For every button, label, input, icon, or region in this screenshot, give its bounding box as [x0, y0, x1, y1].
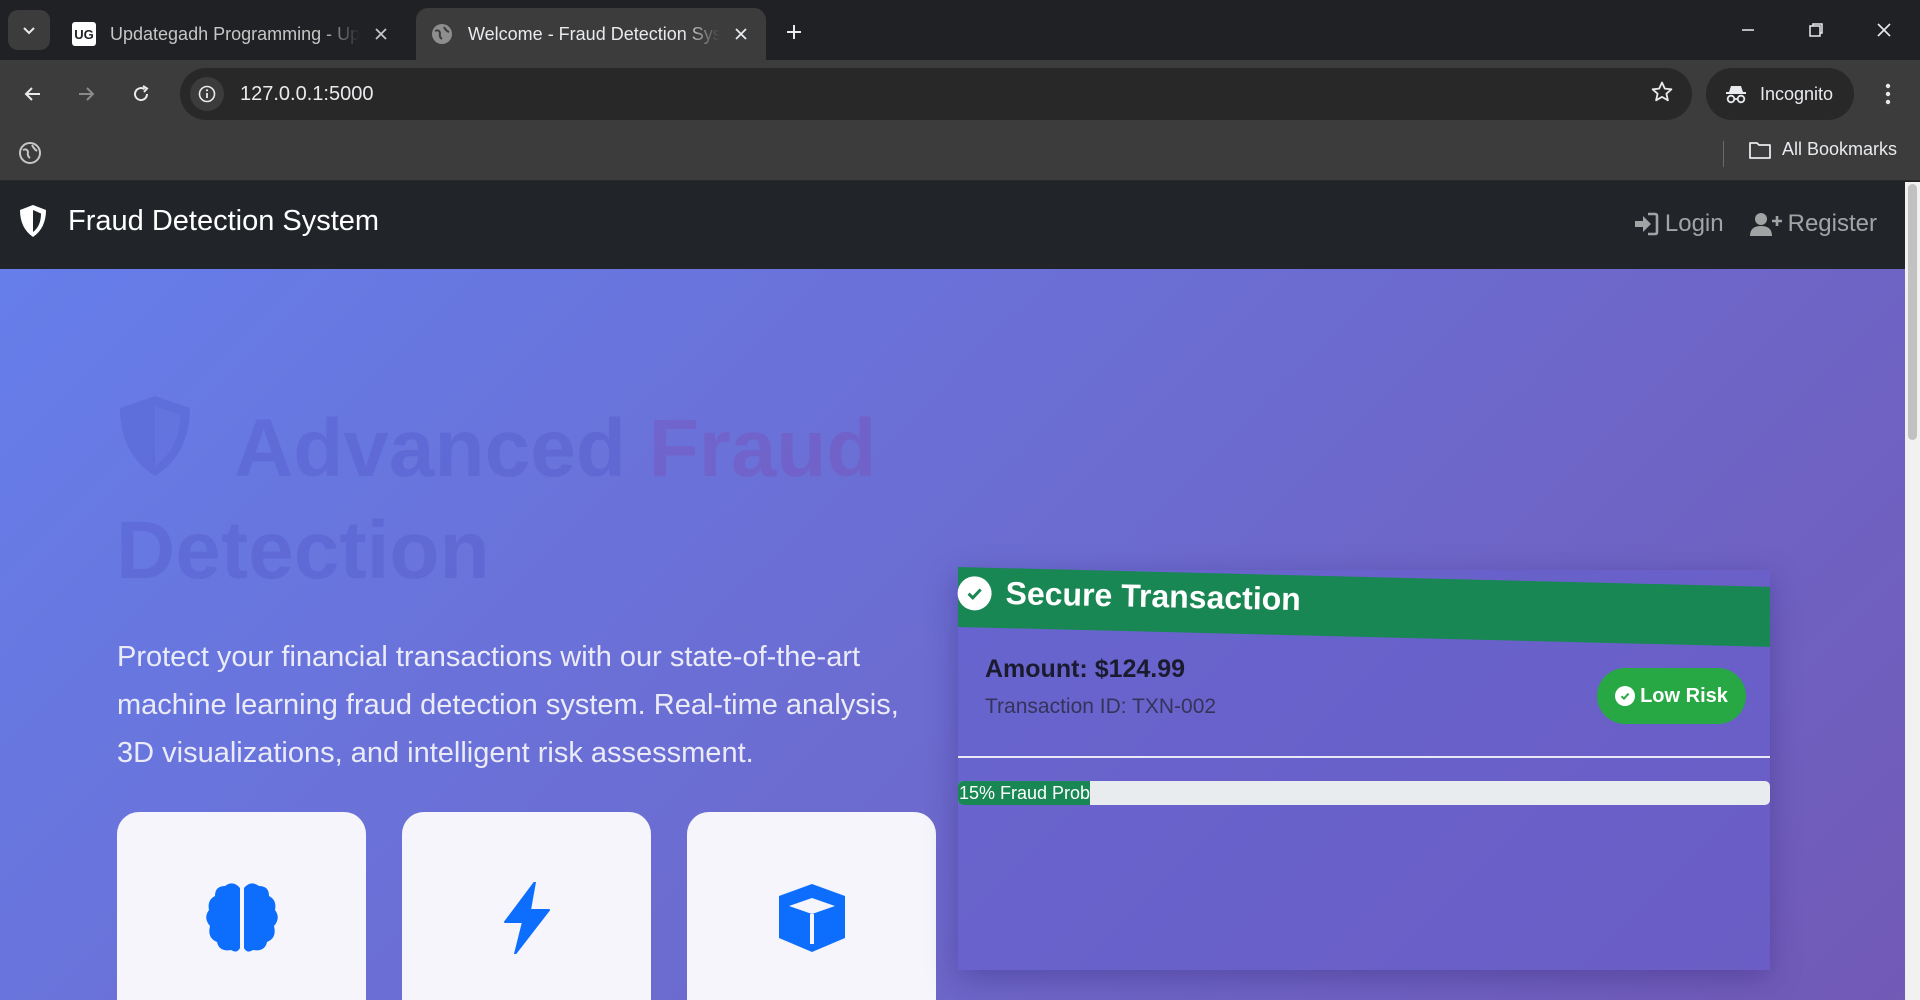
- bookmarks-bar: All Bookmarks: [0, 127, 1920, 181]
- incognito-icon: [1726, 86, 1746, 104]
- brand-link[interactable]: Fraud Detection System: [18, 204, 379, 238]
- all-bookmarks-label: All Bookmarks: [1782, 139, 1898, 159]
- minimize-button[interactable]: [1728, 12, 1768, 48]
- incognito-label: Incognito: [1760, 83, 1834, 104]
- site-info-icon[interactable]: [190, 77, 224, 111]
- page-scrollbar[interactable]: [1905, 182, 1920, 1000]
- restore-icon: [1809, 23, 1823, 37]
- cube-icon: [778, 884, 845, 952]
- tab-fraud-detection[interactable]: Welcome - Fraud Detection System: [416, 8, 766, 60]
- restore-button[interactable]: [1796, 12, 1836, 48]
- browser-toolbar: 127.0.0.1:5000 Incognito: [0, 60, 1920, 127]
- minimize-icon: [1742, 29, 1754, 31]
- arrow-right-icon: [79, 87, 95, 101]
- hero-title-word-fraud: Fraud: [648, 403, 877, 494]
- incognito-indicator[interactable]: Incognito: [1706, 68, 1854, 120]
- close-tab-icon[interactable]: [370, 23, 392, 45]
- new-tab-button[interactable]: [778, 16, 810, 48]
- shield-icon: [20, 205, 46, 237]
- hero-subtitle: Protect your financial transactions with…: [117, 641, 899, 769]
- close-tab-icon[interactable]: [730, 23, 752, 45]
- brain-icon: [205, 883, 278, 952]
- folder-icon: [1749, 141, 1771, 159]
- kebab-menu-icon: [1885, 83, 1891, 105]
- tab-title: Updategadh Programming - Updategadh: [110, 23, 360, 44]
- hero-title-word-detection: Detection: [116, 504, 490, 596]
- reload-button[interactable]: [121, 74, 161, 114]
- feature-card-realtime: [402, 812, 651, 1000]
- register-link[interactable]: Register: [1749, 210, 1877, 238]
- browser-tabstrip: UG Updategadh Programming - Updategadh W…: [0, 0, 1920, 60]
- globe-icon: [430, 22, 454, 46]
- browser-menu-button[interactable]: [1868, 74, 1908, 114]
- scrollbar-layer: [1905, 182, 1920, 1000]
- site-navbar: Fraud Detection System Login Register: [0, 182, 1905, 269]
- back-button[interactable]: [13, 74, 53, 114]
- hero-title-word-advanced: Advanced: [234, 403, 626, 494]
- tab-search-button[interactable]: [8, 10, 50, 50]
- forward-button[interactable]: [66, 74, 106, 114]
- globe-icon[interactable]: [18, 141, 42, 170]
- hero-title: Advanced Fraud Detection: [116, 395, 936, 601]
- close-icon: [1877, 23, 1891, 37]
- plus-icon: [787, 25, 801, 39]
- lightning-bolt-icon: [503, 882, 550, 954]
- reload-icon: [134, 85, 149, 102]
- bookmark-star-icon[interactable]: [1650, 80, 1674, 109]
- hero-section: Advanced Fraud Detection Protect your fi…: [0, 269, 1905, 1000]
- page-viewport: Fraud Detection System Login Register Ad…: [0, 182, 1920, 1000]
- all-bookmarks-button[interactable]: All Bookmarks: [1748, 139, 1897, 160]
- url-text[interactable]: 127.0.0.1:5000: [240, 83, 373, 106]
- login-link[interactable]: Login: [1633, 210, 1724, 238]
- user-plus-icon: [1749, 213, 1782, 236]
- register-label: Register: [1787, 210, 1877, 237]
- arrow-left-icon: [24, 87, 40, 101]
- feature-card-ml: [117, 812, 366, 1000]
- tab-title: Welcome - Fraud Detection System: [468, 23, 720, 44]
- chevron-down-icon: [23, 27, 35, 35]
- tab-updategadh[interactable]: UG Updategadh Programming - Updategadh: [58, 8, 406, 60]
- address-bar[interactable]: 127.0.0.1:5000: [180, 68, 1692, 120]
- scrollbar-thumb[interactable]: [1908, 184, 1917, 440]
- close-window-button[interactable]: [1864, 12, 1904, 48]
- shield-icon: [116, 394, 194, 501]
- login-label: Login: [1664, 210, 1724, 237]
- bookmarks-separator: [1723, 141, 1724, 167]
- sign-in-icon: [1634, 212, 1659, 236]
- feature-card-3d: [687, 812, 936, 1000]
- brand-name: Fraud Detection System: [68, 204, 380, 237]
- updategadh-favicon: UG: [72, 22, 96, 46]
